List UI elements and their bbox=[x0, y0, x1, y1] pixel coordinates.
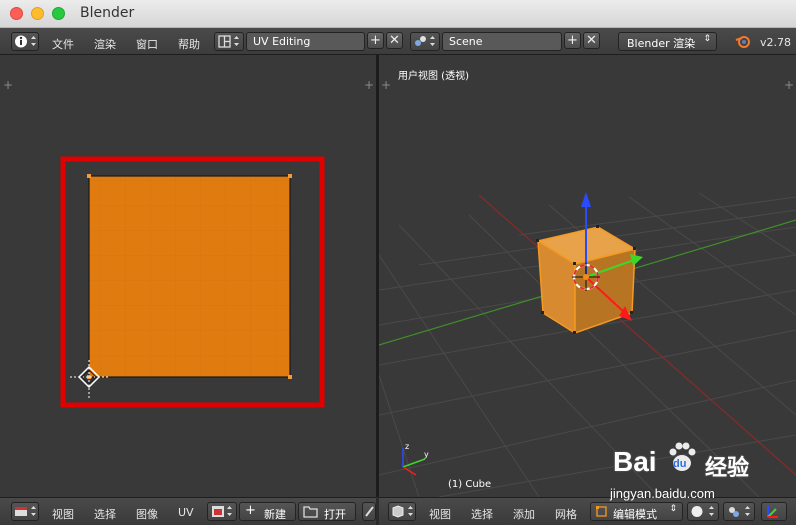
folder-icon bbox=[303, 506, 318, 518]
open-image-label: 打开 bbox=[324, 508, 346, 521]
view-name-label: 用户视图 (透视) bbox=[398, 71, 469, 82]
3d-viewport[interactable]: + + z y 用户视图 (透视) (1) Cube bbox=[379, 55, 796, 497]
menu-add[interactable]: 添加 bbox=[513, 506, 535, 522]
layout-name-field[interactable]: UV Editing bbox=[246, 32, 365, 51]
solid-shading-icon bbox=[691, 506, 714, 517]
x-icon: ✕ bbox=[586, 33, 597, 48]
updown-arrow-icon: ⇕ bbox=[703, 34, 711, 44]
add-scene-button[interactable]: + bbox=[564, 32, 581, 49]
watermark-site: 经验 bbox=[705, 456, 750, 481]
shading-dropdown[interactable] bbox=[687, 502, 719, 521]
watermark-url: jingyan.baidu.com bbox=[610, 486, 715, 501]
uv-face-grid bbox=[89, 176, 290, 377]
window-title-bar: Blender bbox=[0, 0, 796, 28]
image-editor-icon bbox=[15, 506, 36, 516]
delete-layout-button[interactable]: ✕ bbox=[386, 32, 403, 49]
scene-icon bbox=[415, 36, 435, 46]
image-icon bbox=[212, 506, 232, 517]
maximize-window-button[interactable] bbox=[52, 7, 65, 20]
menu-uv[interactable]: UV bbox=[178, 506, 194, 519]
new-image-label: 新建 bbox=[264, 508, 286, 521]
viewport-canvas[interactable]: z y bbox=[379, 55, 796, 497]
mode-label: 编辑模式 bbox=[613, 508, 657, 521]
manipulator-icon bbox=[767, 506, 778, 518]
menu-select[interactable]: 选择 bbox=[471, 506, 493, 522]
image-browse-button[interactable] bbox=[207, 502, 237, 521]
menu-image[interactable]: 图像 bbox=[136, 506, 158, 522]
uv-canvas[interactable] bbox=[0, 55, 376, 497]
menu-select[interactable]: 选择 bbox=[94, 506, 116, 522]
delete-scene-button[interactable]: ✕ bbox=[583, 32, 600, 49]
add-layout-button[interactable]: + bbox=[367, 32, 384, 49]
cube-icon bbox=[392, 505, 413, 518]
window-title: Blender bbox=[80, 5, 135, 21]
layout-icon bbox=[218, 35, 239, 48]
edit-mode-icon bbox=[596, 506, 607, 517]
menu-window[interactable]: 窗口 bbox=[136, 36, 158, 55]
active-object-label: (1) Cube bbox=[448, 479, 492, 490]
watermark-brand: Bai bbox=[613, 446, 657, 477]
plus-icon: + bbox=[567, 33, 578, 48]
menu-mesh[interactable]: 网格 bbox=[555, 506, 577, 522]
menu-file[interactable]: 文件 bbox=[52, 36, 74, 55]
scene-selector[interactable] bbox=[410, 32, 440, 51]
close-window-button[interactable] bbox=[10, 7, 23, 20]
updown-arrow-icon: ⇕ bbox=[669, 504, 677, 514]
z-arrow-icon bbox=[581, 192, 591, 207]
menu-view[interactable]: 视图 bbox=[429, 506, 451, 522]
editor-type-selector[interactable] bbox=[388, 502, 416, 521]
pivot-dropdown[interactable] bbox=[723, 502, 755, 521]
info-header: 文件 渲染 窗口 帮助 UV Editing + ✕ Scene + ✕ Ble… bbox=[0, 28, 796, 55]
svg-text:y: y bbox=[424, 450, 429, 459]
x-icon: ✕ bbox=[389, 33, 400, 48]
uv-image-editor[interactable]: + + bbox=[0, 55, 376, 497]
info-icon bbox=[15, 35, 36, 48]
new-image-button[interactable]: + 新建 bbox=[239, 502, 296, 521]
y-axis-line bbox=[478, 194, 796, 476]
menu-render[interactable]: 渲染 bbox=[94, 36, 116, 55]
svg-text:z: z bbox=[405, 442, 409, 451]
baidu-jingyan-watermark: Bai du 经验 jingyan.baidu.com bbox=[609, 442, 789, 504]
manipulator-toggle[interactable] bbox=[761, 502, 787, 521]
menu-help[interactable]: 帮助 bbox=[178, 36, 200, 55]
watermark-brand-2: du bbox=[673, 458, 687, 470]
open-image-button[interactable]: 打开 bbox=[298, 502, 356, 521]
layout-selector[interactable] bbox=[214, 32, 244, 51]
blender-logo-icon bbox=[735, 36, 750, 48]
pivot-icon bbox=[729, 506, 750, 517]
mode-dropdown[interactable]: 编辑模式 ⇕ bbox=[590, 502, 683, 521]
editor-type-selector[interactable] bbox=[11, 32, 39, 51]
render-engine-dropdown[interactable]: Blender 渲染 ⇕ bbox=[618, 32, 717, 51]
render-engine-label: Blender 渲染 bbox=[627, 37, 696, 50]
version-label: v2.78 bbox=[760, 36, 792, 49]
plus-icon: + bbox=[370, 33, 381, 48]
uv-editor-header: 视图 选择 图像 UV + 新建 打开 bbox=[0, 497, 376, 525]
pin-button[interactable] bbox=[362, 502, 376, 521]
plus-icon: + bbox=[245, 503, 256, 518]
pin-icon bbox=[365, 506, 374, 517]
menu-view[interactable]: 视图 bbox=[52, 506, 74, 522]
scene-name-field[interactable]: Scene bbox=[442, 32, 562, 51]
editor-type-selector[interactable] bbox=[11, 502, 39, 521]
minimize-window-button[interactable] bbox=[31, 7, 44, 20]
